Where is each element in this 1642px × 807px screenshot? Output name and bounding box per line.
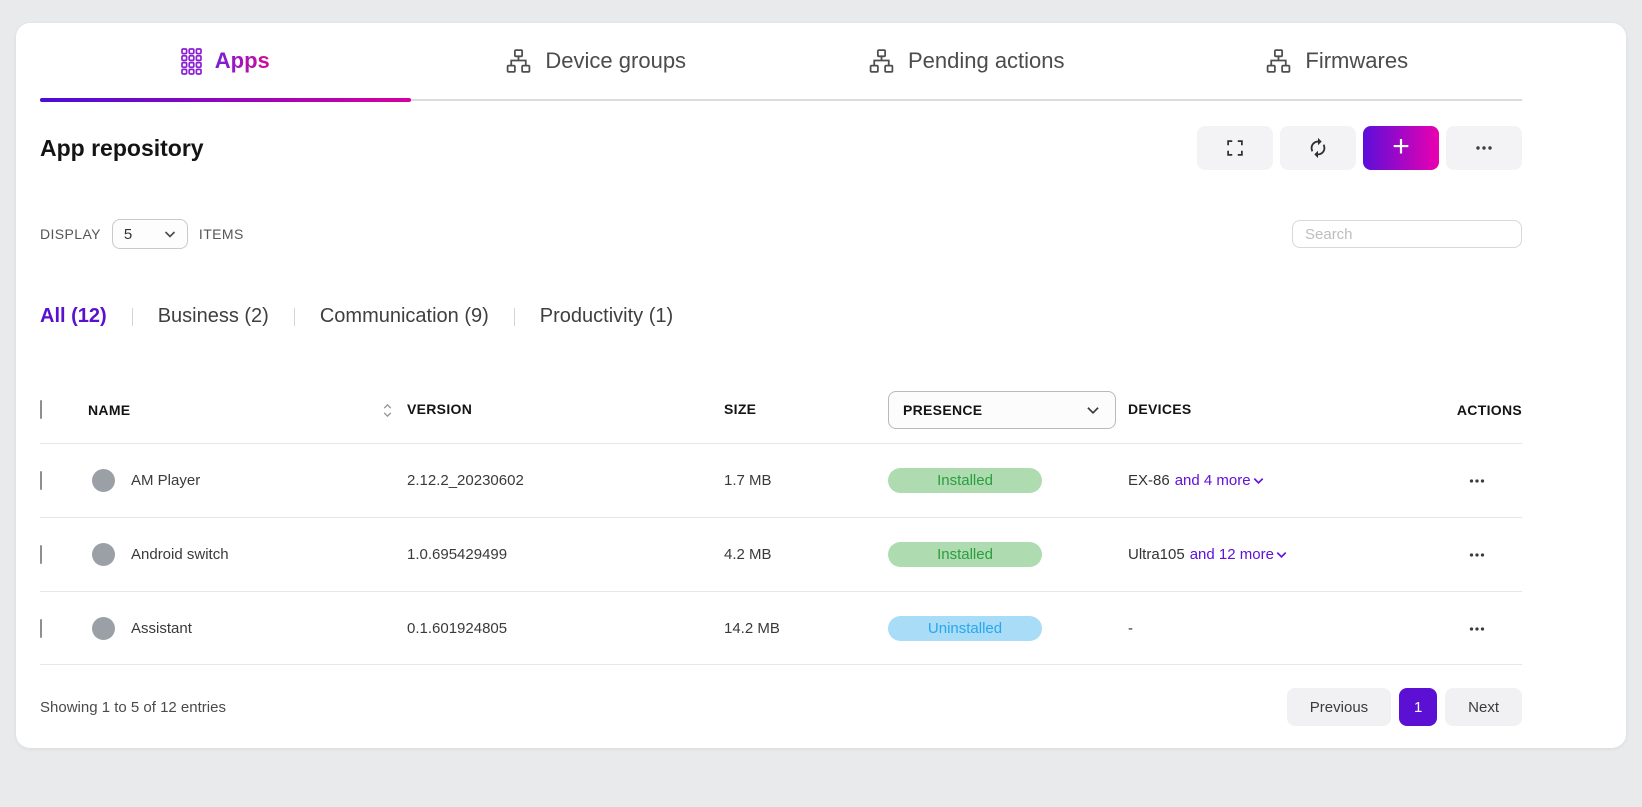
device-name: - <box>1128 620 1133 637</box>
app-name: Assistant <box>131 620 192 637</box>
app-name: Android switch <box>131 546 229 563</box>
presence-badge: Installed <box>888 468 1042 493</box>
tab-pending-actions-label: Pending actions <box>908 48 1065 74</box>
app-repository-card: Apps Device groups <box>16 23 1626 748</box>
current-page-button[interactable]: 1 <box>1399 688 1437 726</box>
column-header-size[interactable]: SIZE <box>724 401 756 417</box>
more-options-icon <box>1466 470 1488 492</box>
chevron-down-icon <box>1084 401 1102 419</box>
app-size: 4.2 MB <box>724 546 888 563</box>
fullscreen-button[interactable] <box>1197 126 1273 170</box>
devices-more-link[interactable]: and 12 more <box>1190 546 1289 563</box>
tab-pending-actions[interactable]: Pending actions <box>781 23 1152 99</box>
refresh-button[interactable] <box>1280 126 1356 170</box>
column-header-name[interactable]: NAME <box>88 402 130 418</box>
table-row: Android switch 1.0.695429499 4.2 MB Inst… <box>40 517 1522 591</box>
tab-device-groups[interactable]: Device groups <box>411 23 782 99</box>
app-size: 14.2 MB <box>724 620 888 637</box>
app-avatar <box>92 617 115 640</box>
more-options-button[interactable] <box>1446 126 1522 170</box>
device-name: EX-86 <box>1128 472 1170 489</box>
items-label: ITEMS <box>199 226 244 242</box>
sort-icon[interactable] <box>380 402 395 419</box>
more-options-icon <box>1472 136 1496 160</box>
next-page-button[interactable]: Next <box>1445 688 1522 726</box>
chevron-down-icon <box>1274 547 1289 562</box>
row-actions-button[interactable] <box>1432 618 1522 640</box>
apps-grid-icon <box>181 48 202 75</box>
filter-all[interactable]: All (12) <box>40 305 132 328</box>
app-avatar <box>92 543 115 566</box>
row-actions-button[interactable] <box>1432 544 1522 566</box>
page-title: App repository <box>40 135 204 162</box>
presence-filter-select[interactable]: PRESENCE <box>888 391 1116 429</box>
sitemap-icon <box>1265 48 1292 75</box>
tab-apps-label: Apps <box>215 48 270 74</box>
pagination: Previous 1 Next <box>1287 688 1522 726</box>
tab-device-groups-label: Device groups <box>545 48 686 74</box>
app-size: 1.7 MB <box>724 472 888 489</box>
app-avatar <box>92 469 115 492</box>
sitemap-icon <box>868 48 895 75</box>
row-actions-button[interactable] <box>1432 470 1522 492</box>
chevron-down-icon <box>1251 473 1266 488</box>
previous-page-button[interactable]: Previous <box>1287 688 1391 726</box>
app-version: 1.0.695429499 <box>407 546 724 563</box>
add-button[interactable]: + <box>1363 126 1439 170</box>
select-all-checkbox[interactable] <box>40 400 42 419</box>
table-row: AM Player 2.12.2_20230602 1.7 MB Install… <box>40 443 1522 517</box>
refresh-icon <box>1307 137 1329 159</box>
row-checkbox[interactable] <box>40 471 42 490</box>
column-header-version[interactable]: VERSION <box>407 401 472 417</box>
app-version: 2.12.2_20230602 <box>407 472 724 489</box>
filter-communication[interactable]: Communication (9) <box>295 305 514 328</box>
toolbar: + <box>1197 126 1522 170</box>
tab-firmwares-label: Firmwares <box>1305 48 1408 74</box>
plus-icon: + <box>1392 132 1410 162</box>
app-version: 0.1.601924805 <box>407 620 724 637</box>
filter-productivity[interactable]: Productivity (1) <box>515 305 698 328</box>
tab-apps[interactable]: Apps <box>40 23 411 99</box>
column-header-actions: ACTIONS <box>1432 402 1522 418</box>
presence-badge: Installed <box>888 542 1042 567</box>
chevron-down-icon <box>162 226 178 242</box>
devices-more-link[interactable]: and 4 more <box>1175 472 1266 489</box>
filter-business[interactable]: Business (2) <box>133 305 294 328</box>
column-header-presence: PRESENCE <box>903 402 982 418</box>
display-label: DISPLAY <box>40 226 101 242</box>
items-per-page-select[interactable]: 5 <box>112 219 188 249</box>
search-input[interactable] <box>1292 220 1522 248</box>
presence-badge: Uninstalled <box>888 616 1042 641</box>
apps-table: NAME VERSION SIZE PRESENCE <box>40 377 1522 665</box>
table-row: Assistant 0.1.601924805 14.2 MB Uninstal… <box>40 591 1522 665</box>
column-header-devices[interactable]: DEVICES <box>1128 401 1192 417</box>
entries-summary: Showing 1 to 5 of 12 entries <box>40 699 226 716</box>
more-options-icon <box>1466 544 1488 566</box>
more-options-icon <box>1466 618 1488 640</box>
row-checkbox[interactable] <box>40 545 42 564</box>
tab-firmwares[interactable]: Firmwares <box>1152 23 1523 99</box>
category-filters: All (12) Business (2) Communication (9) … <box>40 303 1522 330</box>
device-name: Ultra105 <box>1128 546 1185 563</box>
sitemap-icon <box>505 48 532 75</box>
fullscreen-icon <box>1224 137 1246 159</box>
row-checkbox[interactable] <box>40 619 42 638</box>
app-name: AM Player <box>131 472 200 489</box>
main-tabs: Apps Device groups <box>40 23 1522 101</box>
items-per-page-value: 5 <box>124 226 132 243</box>
